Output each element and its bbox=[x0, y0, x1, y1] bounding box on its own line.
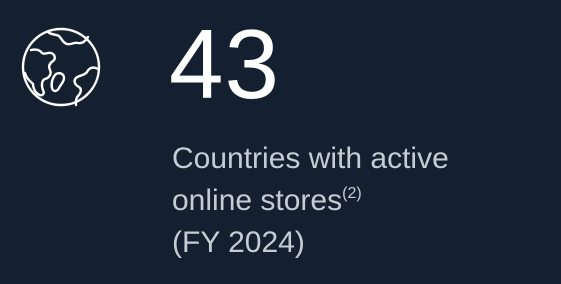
stat-card: 43 Countries with active online stores(2… bbox=[0, 0, 561, 284]
stat-description: Countries with active online stores(2) (… bbox=[172, 138, 557, 264]
stat-description-line-2-text: online stores bbox=[172, 184, 343, 217]
stat-description-line-3: (FY 2024) bbox=[172, 226, 305, 259]
stat-value: 43 bbox=[169, 9, 281, 119]
footnote-marker: (2) bbox=[342, 185, 362, 202]
globe-icon bbox=[20, 26, 102, 108]
stat-description-line-2: online stores(2) bbox=[172, 180, 557, 222]
stat-description-line-1: Countries with active bbox=[172, 142, 449, 175]
